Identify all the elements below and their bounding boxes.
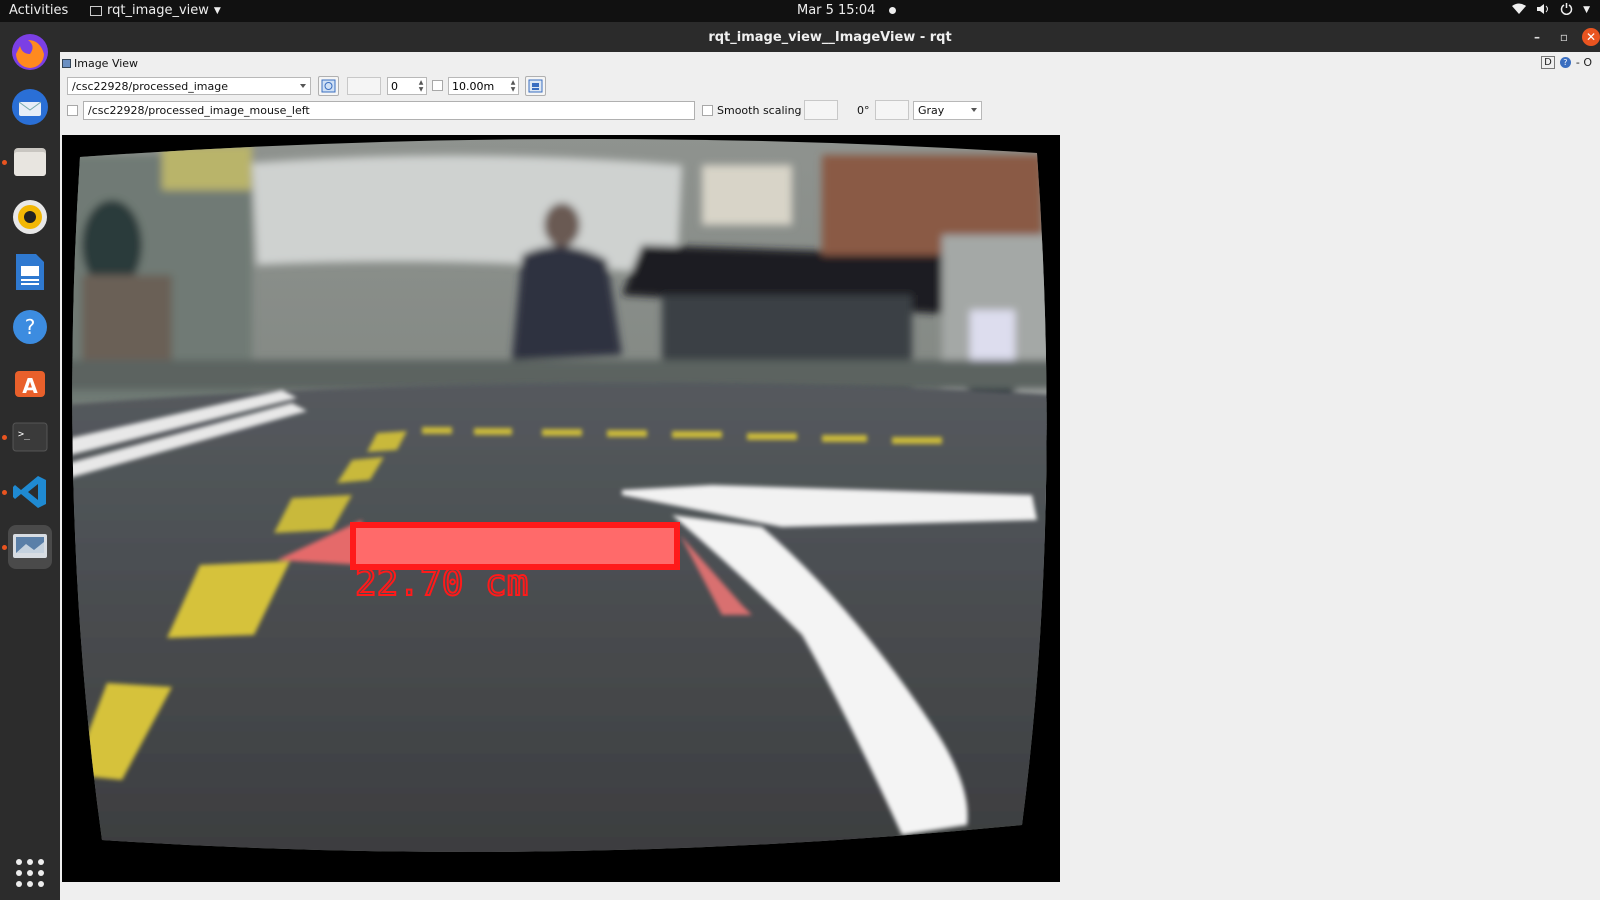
window-title: rqt_image_view__ImageView - rqt — [708, 30, 952, 45]
clock[interactable]: Mar 5 15:04 — [797, 3, 897, 18]
save-image-icon — [528, 79, 543, 93]
help-launcher[interactable]: ? — [8, 305, 52, 349]
plugin-header: Image View — [62, 57, 138, 70]
running-indicator — [2, 490, 7, 495]
minimize-button[interactable]: – — [1528, 28, 1546, 46]
plugin-title: Image View — [74, 57, 139, 70]
spin-arrows-icon[interactable]: ▲ ▼ — [509, 79, 517, 93]
notification-dot-icon — [889, 7, 897, 14]
writer-icon — [16, 254, 44, 290]
plugin-window-controls[interactable]: - O — [1576, 56, 1592, 69]
activities-button[interactable]: Activities — [9, 3, 68, 18]
software-launcher[interactable]: A — [8, 360, 52, 404]
svg-text:?: ? — [25, 315, 36, 339]
help-icon[interactable]: ? — [1559, 57, 1571, 68]
window-icon — [90, 5, 102, 16]
max-range-spinbox[interactable]: 10.00m ▲ ▼ — [448, 77, 519, 95]
maximize-button[interactable]: ▫ — [1555, 28, 1573, 46]
files-launcher[interactable] — [8, 140, 52, 184]
show-applications-icon[interactable] — [16, 859, 44, 887]
color-scheme-value: Gray — [918, 104, 945, 117]
wifi-icon — [1512, 3, 1527, 18]
terminal-icon: >_ — [12, 422, 48, 452]
running-indicator — [2, 545, 7, 550]
chevron-down-icon — [971, 108, 977, 112]
app-menu[interactable]: rqt_image_view ▼ — [90, 3, 221, 18]
vscode-icon — [13, 476, 46, 508]
dock: ? A >_ — [0, 22, 60, 900]
spin-arrows-icon[interactable]: ▲ ▼ — [417, 79, 425, 93]
chevron-down-icon: ▼ — [213, 5, 221, 16]
dynamic-range-checkbox[interactable] — [432, 80, 443, 91]
value-spinbox[interactable]: 0 ▲ ▼ — [387, 77, 427, 95]
svg-text:A: A — [22, 374, 38, 398]
smooth-scaling-checkbox[interactable] — [702, 105, 713, 116]
rotate-left-button[interactable] — [804, 100, 838, 120]
system-tray[interactable]: ▼ — [1512, 2, 1590, 18]
zoom-field[interactable] — [347, 77, 381, 95]
refresh-icon — [321, 79, 336, 93]
topic-select[interactable]: /csc22928/processed_image — [67, 77, 311, 95]
dock-toggle-button[interactable]: D — [1541, 56, 1555, 69]
help-icon: ? — [13, 310, 47, 344]
topic-select-value: /csc22928/processed_image — [72, 80, 229, 93]
rhythmbox-launcher[interactable] — [8, 195, 52, 239]
rotation-label: 0° — [857, 104, 870, 117]
volume-icon — [1536, 3, 1550, 18]
rotate-right-button[interactable] — [875, 100, 909, 120]
smooth-scaling-label: Smooth scaling — [717, 104, 802, 117]
clock-time: 15:04 — [837, 3, 876, 18]
top-bar: Activities rqt_image_view ▼ Mar 5 15:04 … — [0, 0, 1600, 22]
running-indicator — [2, 160, 7, 165]
plugin-controls: D ? - O — [1541, 56, 1592, 69]
files-icon — [14, 148, 46, 176]
firefox-launcher[interactable] — [8, 30, 52, 74]
lens-view — [72, 138, 1047, 852]
thunderbird-launcher[interactable] — [8, 85, 52, 129]
refresh-topics-button[interactable] — [318, 76, 339, 96]
clock-date: Mar 5 — [797, 3, 834, 18]
thunderbird-icon — [12, 89, 48, 125]
vscode-launcher[interactable] — [8, 470, 52, 514]
svg-text:>_: >_ — [18, 429, 31, 440]
camera-frame: 22.70 cm — [72, 138, 1047, 852]
power-icon — [1560, 2, 1573, 18]
writer-launcher[interactable] — [8, 250, 52, 294]
close-button[interactable]: ✕ — [1582, 28, 1600, 46]
value-spinbox-value: 0 — [391, 80, 398, 93]
app-menu-label: rqt_image_view — [107, 3, 209, 18]
software-icon: A — [15, 371, 45, 398]
save-image-button[interactable] — [525, 76, 546, 96]
rhythmbox-icon — [13, 200, 47, 234]
camera-image[interactable]: 22.70 cm — [62, 135, 1060, 882]
image-viewer-icon — [13, 534, 47, 558]
chevron-down-icon: ▼ — [1583, 5, 1590, 15]
plugin-icon — [62, 59, 71, 68]
firefox-icon — [12, 34, 48, 70]
running-indicator — [2, 435, 7, 440]
chevron-down-icon — [300, 84, 306, 88]
mouse-topic-value: /csc22928/processed_image_mouse_left — [88, 104, 310, 117]
distance-readout: 22.70 cm — [355, 563, 528, 604]
color-scheme-select[interactable]: Gray — [913, 101, 982, 120]
mouse-topic-field[interactable]: /csc22928/processed_image_mouse_left — [83, 101, 695, 120]
terminal-launcher[interactable]: >_ — [8, 415, 52, 459]
window-titlebar[interactable]: rqt_image_view__ImageView - rqt – ▫ ✕ — [60, 22, 1600, 52]
image-viewer-launcher[interactable] — [8, 525, 52, 569]
detection-box — [350, 522, 680, 570]
publish-mouse-checkbox[interactable] — [67, 105, 78, 116]
max-range-value: 10.00m — [452, 80, 495, 93]
